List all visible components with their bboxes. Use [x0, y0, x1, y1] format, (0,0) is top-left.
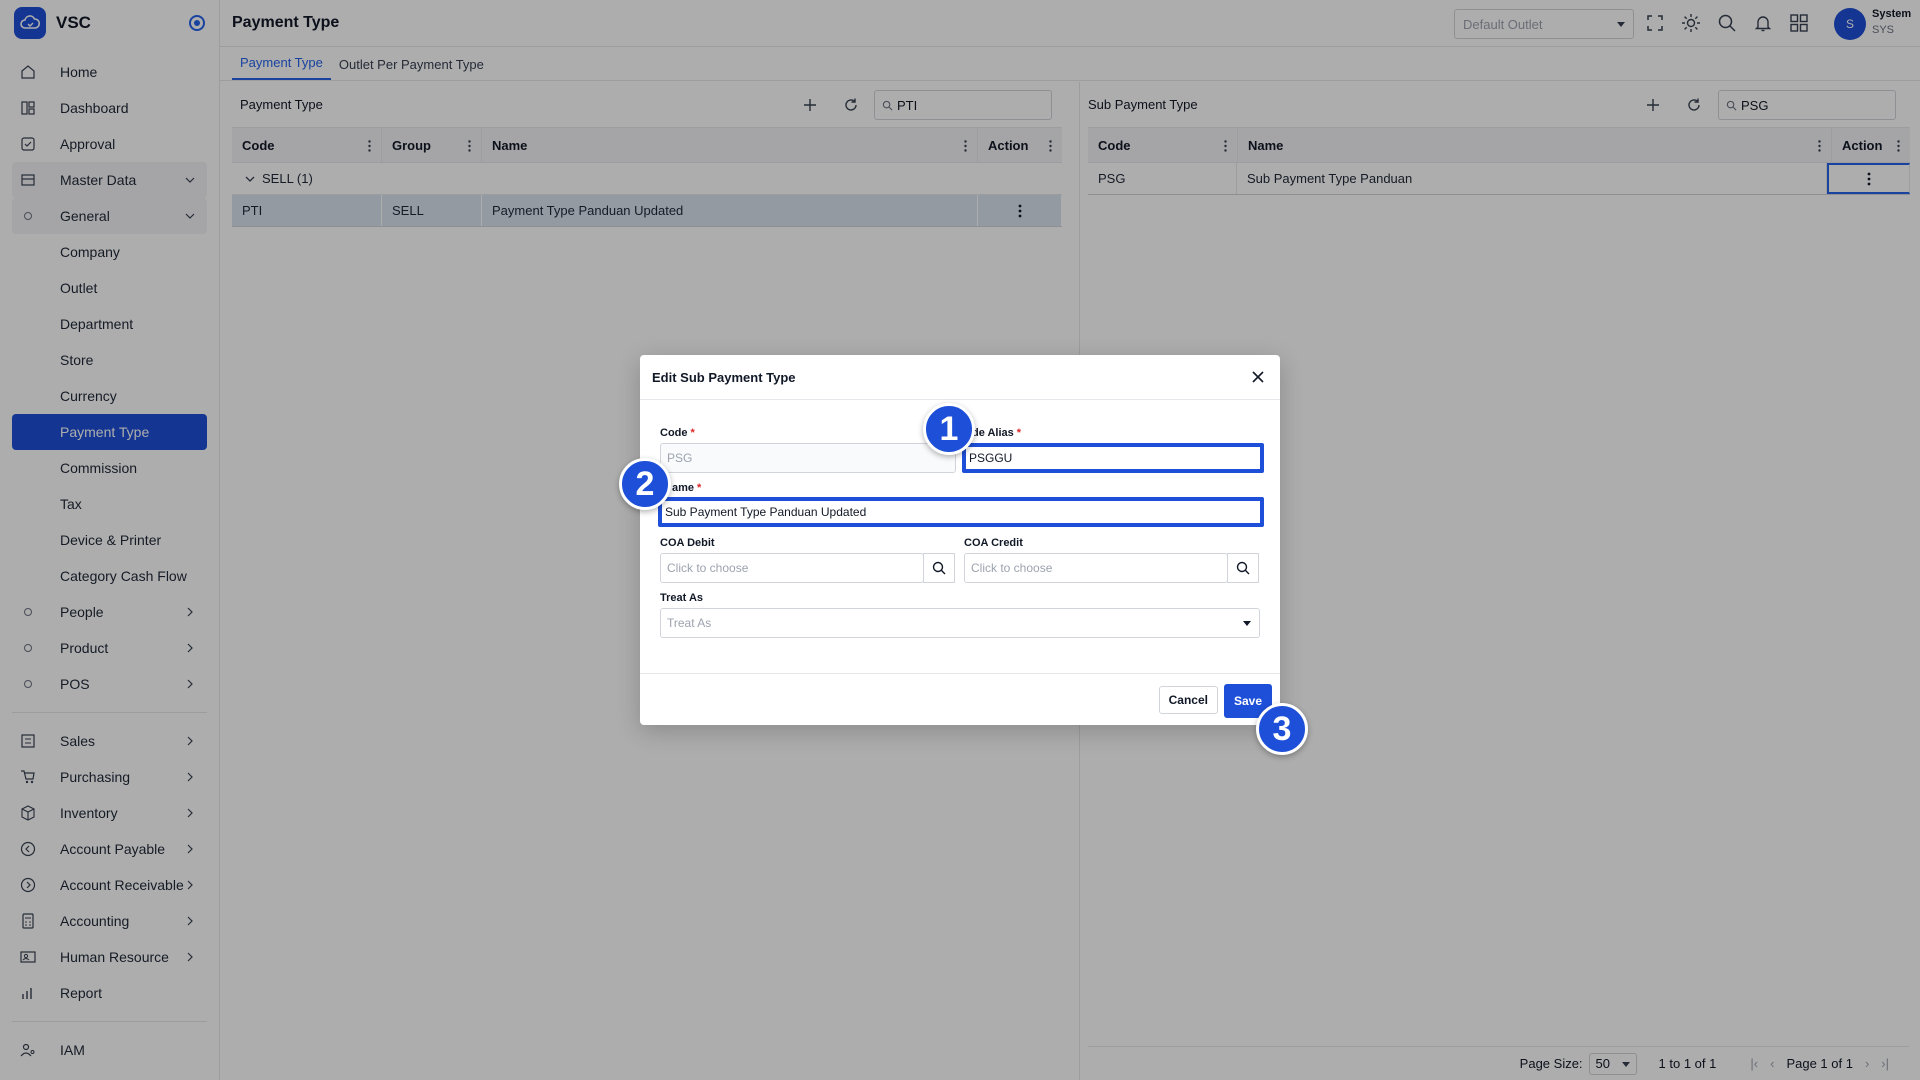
- name-field-value: Sub Payment Type Panduan Updated: [665, 505, 867, 519]
- search-icon: [1236, 561, 1250, 575]
- code-alias-field-value: PSGGU: [969, 451, 1013, 465]
- dialog-header: Edit Sub Payment Type: [640, 355, 1280, 400]
- dialog-title: Edit Sub Payment Type: [652, 369, 796, 385]
- required-mark: *: [697, 482, 702, 494]
- required-mark: *: [690, 427, 695, 439]
- code-alias-label: de Alias *: [972, 427, 1021, 439]
- coa-debit-placeholder: Click to choose: [667, 561, 749, 575]
- name-label: ame *: [672, 482, 701, 494]
- coa-debit-field[interactable]: Click to choose: [660, 553, 924, 583]
- coa-debit-label: COA Debit: [660, 537, 715, 549]
- code-alias-label-text: de Alias: [972, 427, 1014, 439]
- name-field[interactable]: Sub Payment Type Panduan Updated: [658, 497, 1264, 527]
- code-alias-field[interactable]: PSGGU: [962, 443, 1264, 473]
- cancel-button[interactable]: Cancel: [1158, 686, 1218, 714]
- close-icon[interactable]: [1252, 371, 1264, 383]
- treat-as-select[interactable]: Treat As: [660, 608, 1260, 638]
- name-label-text: ame: [672, 482, 695, 494]
- required-mark: *: [1016, 427, 1022, 439]
- coa-credit-label: COA Credit: [964, 537, 1023, 549]
- treat-as-placeholder: Treat As: [667, 616, 712, 630]
- search-icon: [932, 561, 946, 575]
- code-field-value: PSG: [667, 451, 693, 465]
- step-marker-1: 1: [923, 403, 975, 455]
- step-marker-2: 2: [619, 458, 671, 510]
- caret-down-icon: [1243, 621, 1251, 626]
- coa-credit-field[interactable]: Click to choose: [964, 553, 1228, 583]
- coa-debit-search-button[interactable]: [923, 553, 955, 583]
- dialog-footer: Cancel Save: [640, 673, 1280, 725]
- coa-credit-search-button[interactable]: [1227, 553, 1259, 583]
- treat-as-label: Treat As: [660, 592, 704, 604]
- coa-credit-placeholder: Click to choose: [971, 561, 1053, 575]
- code-label-text: Code: [660, 427, 688, 439]
- code-field: PSG: [660, 443, 956, 473]
- code-label: Code *: [660, 427, 695, 439]
- step-marker-3: 3: [1256, 703, 1308, 755]
